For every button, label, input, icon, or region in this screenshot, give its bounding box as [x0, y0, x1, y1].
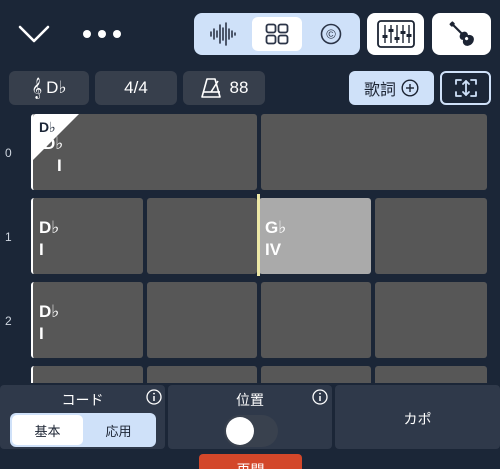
capo-label: カポ — [403, 411, 432, 427]
chord-grid[interactable]: 0 D♭ D♭ I 1 D♭ I G♭ IV 2 D♭ I — [0, 110, 500, 383]
position-card: 位置 — [168, 385, 332, 449]
chord-name: D♭ — [39, 218, 60, 237]
chord-name: D♭ — [43, 134, 64, 153]
waveform-icon — [210, 22, 236, 46]
chord-cell[interactable]: D♭ I — [31, 198, 143, 274]
chord-display-switch: 基本 応用 — [10, 413, 156, 447]
chord-display-title: コード — [61, 392, 104, 408]
grid-icon — [265, 23, 289, 45]
toggle-knob — [226, 417, 254, 445]
advanced-option[interactable]: 応用 — [83, 415, 154, 445]
resume-button[interactable]: 再開 — [199, 454, 302, 469]
chord-cell[interactable]: D♭ D♭ I — [31, 114, 257, 190]
row-number: 1 — [5, 230, 12, 244]
chord-degree: IV — [265, 240, 282, 259]
copyright-button[interactable]: © — [306, 17, 356, 51]
chord-cell[interactable] — [375, 198, 487, 274]
expand-icon — [454, 79, 477, 97]
basic-option[interactable]: 基本 — [12, 415, 83, 445]
instrument-button[interactable] — [432, 13, 491, 55]
guitar-icon — [449, 21, 474, 46]
info-icon[interactable] — [312, 389, 328, 405]
chord-degree: I — [39, 324, 44, 343]
plus-circle-icon — [401, 79, 419, 97]
playback-cursor[interactable] — [257, 194, 260, 276]
view-switcher: © — [194, 13, 360, 55]
key-selector[interactable]: 𝄞 D♭ — [9, 71, 89, 105]
time-signature-selector[interactable]: 4/4 — [95, 71, 177, 105]
chord-cell-selected[interactable]: G♭ IV — [259, 198, 371, 274]
more-dots-icon — [113, 30, 121, 38]
lyrics-button[interactable]: 歌詞 — [349, 71, 434, 105]
mixer-icon — [376, 20, 415, 48]
waveform-view-button[interactable] — [198, 17, 248, 51]
position-title: 位置 — [236, 392, 264, 408]
copyright-glyph: © — [326, 27, 336, 42]
capo-button[interactable]: カポ — [335, 385, 500, 449]
chord-cell[interactable] — [147, 366, 257, 383]
info-icon[interactable] — [146, 389, 162, 405]
tempo-value: 88 — [229, 78, 249, 97]
key-value: D♭ — [46, 78, 67, 97]
chord-cell[interactable] — [375, 282, 487, 358]
chord-name: G♭ — [265, 218, 287, 237]
chord-cell[interactable] — [261, 282, 371, 358]
top-bar: © — [0, 0, 500, 68]
chord-cell[interactable] — [147, 198, 257, 274]
expand-button[interactable] — [440, 71, 491, 105]
more-dots-icon — [83, 30, 91, 38]
collapse-button[interactable] — [16, 18, 52, 50]
metronome-icon — [200, 77, 222, 99]
chord-cell[interactable] — [261, 114, 487, 190]
chord-name: D♭ — [39, 302, 60, 321]
position-toggle[interactable] — [224, 415, 278, 447]
treble-clef-icon: 𝄞 — [31, 77, 43, 99]
chord-degree: I — [39, 240, 44, 259]
chord-cell[interactable] — [375, 366, 487, 383]
row-number: 2 — [5, 314, 12, 328]
more-dots-icon — [98, 30, 106, 38]
chord-cell[interactable] — [147, 282, 257, 358]
time-signature-value: 4/4 — [124, 78, 148, 97]
lyrics-label: 歌詞 — [363, 82, 396, 99]
more-button[interactable] — [80, 22, 124, 46]
row-number: 0 — [5, 146, 12, 160]
chevron-down-icon — [18, 25, 50, 43]
chord-cell[interactable] — [261, 366, 371, 383]
chord-cell[interactable] — [31, 366, 143, 383]
mixer-button[interactable] — [367, 13, 424, 55]
chord-degree: I — [57, 156, 62, 175]
grid-view-button[interactable] — [252, 17, 302, 51]
chord-cell[interactable]: D♭ I — [31, 282, 143, 358]
tempo-selector[interactable]: 88 — [183, 71, 265, 105]
chord-display-card: コード 基本 応用 — [0, 385, 165, 449]
copyright-icon: © — [320, 23, 342, 45]
